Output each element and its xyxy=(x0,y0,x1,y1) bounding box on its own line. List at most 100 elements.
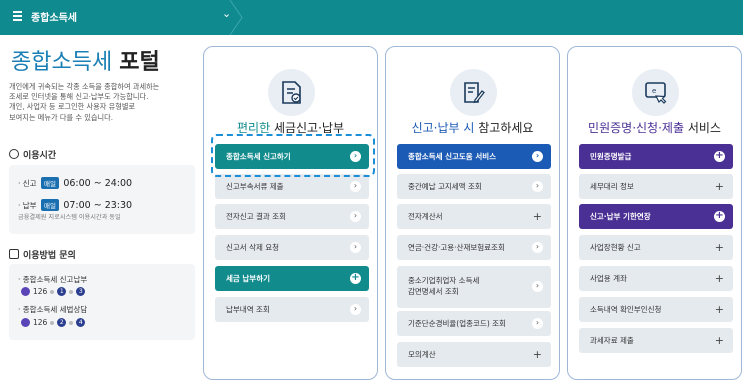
hours-row-payment: · 납부 매일 07:00 ~ 23:30 xyxy=(18,199,132,211)
chevron-right-icon: › xyxy=(532,318,543,329)
sme-employee-reduction-button[interactable]: 중소기업취업자 소득세 감면명세서 조회 › xyxy=(397,266,551,308)
desc-line: 개인에게 귀속되는 각종 소득을 종합하여 과세하는 xyxy=(9,82,160,91)
card-tax-report: 편리한 세금신고·납부 종합소득세 신고하기 › 신고부속서류 제출 › 전자신고 … xyxy=(203,46,378,380)
card-icon-circle: e xyxy=(632,69,679,116)
headset-icon xyxy=(9,249,19,259)
plus-icon: + xyxy=(714,150,725,162)
card-title-rest: 서비스 xyxy=(687,121,721,135)
menu-icon[interactable] xyxy=(13,11,22,22)
phone-number[interactable]: 126 xyxy=(33,318,47,327)
card-title-accent: 민원증명·신청·제출 xyxy=(588,121,684,135)
chevron-right-icon: › xyxy=(532,151,543,162)
step-number: 3 xyxy=(76,287,86,296)
inquiry-heading-text: 이용방법 문의 xyxy=(23,251,76,261)
document-pen-icon xyxy=(464,82,485,104)
plus-icon: + xyxy=(350,272,361,284)
hours-label: · 납부 xyxy=(18,201,37,210)
tax-agent-info-button[interactable]: 세무대리 정보 + xyxy=(579,174,733,199)
e-invoice-button[interactable]: 전자계산서 + xyxy=(397,204,551,229)
plus-icon: + xyxy=(532,210,542,223)
button-label: 전자신고 결과 조회 xyxy=(226,212,286,221)
phone-number[interactable]: 126 xyxy=(33,287,47,296)
interim-prepayment-button[interactable]: 중간예납 고지세액 조회 › xyxy=(397,174,551,199)
nav-divider xyxy=(229,0,243,35)
e-filing-result-button[interactable]: 전자신고 결과 조회 › xyxy=(215,204,369,229)
income-denial-request-button[interactable]: 소득내역 확인부인신청 + xyxy=(579,297,733,322)
inquiry-heading: 이용방법 문의 xyxy=(9,248,76,261)
hours-time: 06:00 ~ 24:00 xyxy=(63,178,133,189)
button-label: 신고서 삭제 요청 xyxy=(226,243,280,252)
card-title-rest: 참고하세요 xyxy=(478,121,534,135)
chevron-right-icon: › xyxy=(350,242,361,253)
daily-badge: 매일 xyxy=(40,177,59,189)
button-label-line: 감면명세서 조회 xyxy=(408,287,459,296)
monitor-hand-icon: e xyxy=(645,82,667,104)
submit-attachments-button[interactable]: 신고부속서류 제출 › xyxy=(215,174,369,199)
hours-time: 07:00 ~ 23:30 xyxy=(63,200,133,211)
separator-dot xyxy=(50,289,55,294)
expense-rate-lookup-button[interactable]: 기준단순경비율(업종코드) 조회 › xyxy=(397,311,551,336)
business-account-button[interactable]: 사업용 계좌 + xyxy=(579,266,733,291)
chevron-right-icon: › xyxy=(350,181,361,192)
hours-note: 금융결제원 지로시스템 이용시간과 동일 xyxy=(18,214,121,221)
separator-dot xyxy=(50,320,55,325)
card-civil-service: e 민원증명·신청·제출 서비스 민원증명발급 + 세무대리 정보 + 신고·납부 … xyxy=(567,46,742,380)
phone-icon xyxy=(21,287,30,296)
card-title-rest: 세금신고·납부 xyxy=(273,121,344,135)
desc-line: 조세로 인터넷을 통해 신고·납부도 가능합니다. xyxy=(9,92,149,102)
top-nav-bar: 종합소득세 ⌄ xyxy=(0,0,743,35)
phone-icon xyxy=(21,318,30,327)
plus-icon: + xyxy=(532,348,542,361)
chevron-right-icon: › xyxy=(350,211,361,222)
button-label: 세금 납부하기 xyxy=(226,274,271,283)
button-label-line: 중소기업취업자 소득세 xyxy=(408,276,480,285)
inquiry-box: · 종합소득세 신고납부 126 1 3 · 종합소득세 세법상담 126 2 … xyxy=(9,264,195,340)
button-label: 종합소득세 신고도움 서비스 xyxy=(408,152,497,161)
focus-highlight xyxy=(211,134,375,177)
card-reference: 신고·납부 시 참고하세요 종합소득세 신고도움 서비스 › 중간예납 고지세액 … xyxy=(385,46,560,380)
svg-text:e: e xyxy=(652,87,656,95)
plus-icon: + xyxy=(714,272,724,285)
card-icon-circle xyxy=(450,69,497,116)
chevron-right-icon: › xyxy=(532,181,543,192)
hours-heading-text: 이용시간 xyxy=(23,151,57,161)
separator-dot xyxy=(69,289,74,294)
deadline-extension-button[interactable]: 신고·납부 기한연장 + xyxy=(579,204,733,229)
filing-help-service-button[interactable]: 종합소득세 신고도움 서비스 › xyxy=(397,144,551,169)
step-number: 4 xyxy=(76,318,86,327)
insurance-premium-lookup-button[interactable]: 연금·건강·고용·산재보험료조회 › xyxy=(397,235,551,260)
desc-line: 보여지는 메뉴가 다를 수 있습니다. xyxy=(9,112,113,122)
plus-icon: + xyxy=(714,180,724,193)
chevron-right-icon: › xyxy=(350,304,361,315)
button-label: 사업장현황 신고 xyxy=(590,243,641,252)
button-label: 기준단순경비율(업종코드) 조회 xyxy=(408,319,506,328)
page-title: 종합소득세 포털 xyxy=(11,44,160,76)
button-label: 세무대리 정보 xyxy=(590,182,634,191)
mock-calculation-button[interactable]: 모의계산 + xyxy=(397,342,551,367)
inquiry-label: · 종합소득세 세법상담 xyxy=(18,305,88,314)
hours-box: · 신고 매일 06:00 ~ 24:00 · 납부 매일 07:00 ~ 23… xyxy=(9,165,195,234)
portal-description: 개인에게 귀속되는 각종 소득을 종합하여 과세하는 조세로 인터넷을 통해 신… xyxy=(9,82,189,123)
delete-request-button[interactable]: 신고서 삭제 요청 › xyxy=(215,235,369,260)
pay-tax-button[interactable]: 세금 납부하기 + xyxy=(215,266,369,291)
button-label: 연금·건강·고용·산재보험료조회 xyxy=(408,243,505,252)
button-label: 신고·납부 기한연장 xyxy=(590,212,651,221)
tax-data-submit-button[interactable]: 과세자료 제출 + xyxy=(579,328,733,353)
payment-history-button[interactable]: 납부내역 조회 › xyxy=(215,297,369,322)
button-label: 납부내역 조회 xyxy=(226,305,270,314)
step-number: 2 xyxy=(57,318,67,327)
plus-icon: + xyxy=(714,334,724,347)
nav-title[interactable]: 종합소득세 xyxy=(31,9,77,24)
daily-badge: 매일 xyxy=(40,199,59,211)
business-status-report-button[interactable]: 사업장현황 신고 + xyxy=(579,235,733,260)
card-title-accent: 신고·납부 시 xyxy=(411,121,475,135)
card-title: 민원증명·신청·제출 서비스 xyxy=(568,119,741,136)
document-check-icon xyxy=(282,81,301,104)
button-label: 신고부속서류 제출 xyxy=(226,182,284,191)
certificate-issue-button[interactable]: 민원증명발급 + xyxy=(579,144,733,169)
hours-label: · 신고 xyxy=(18,179,37,188)
button-label: 전자계산서 xyxy=(408,212,443,221)
card-title-accent: 편리한 xyxy=(236,121,271,135)
separator-dot xyxy=(69,320,74,325)
button-label: 중간예납 고지세액 조회 xyxy=(408,182,482,191)
